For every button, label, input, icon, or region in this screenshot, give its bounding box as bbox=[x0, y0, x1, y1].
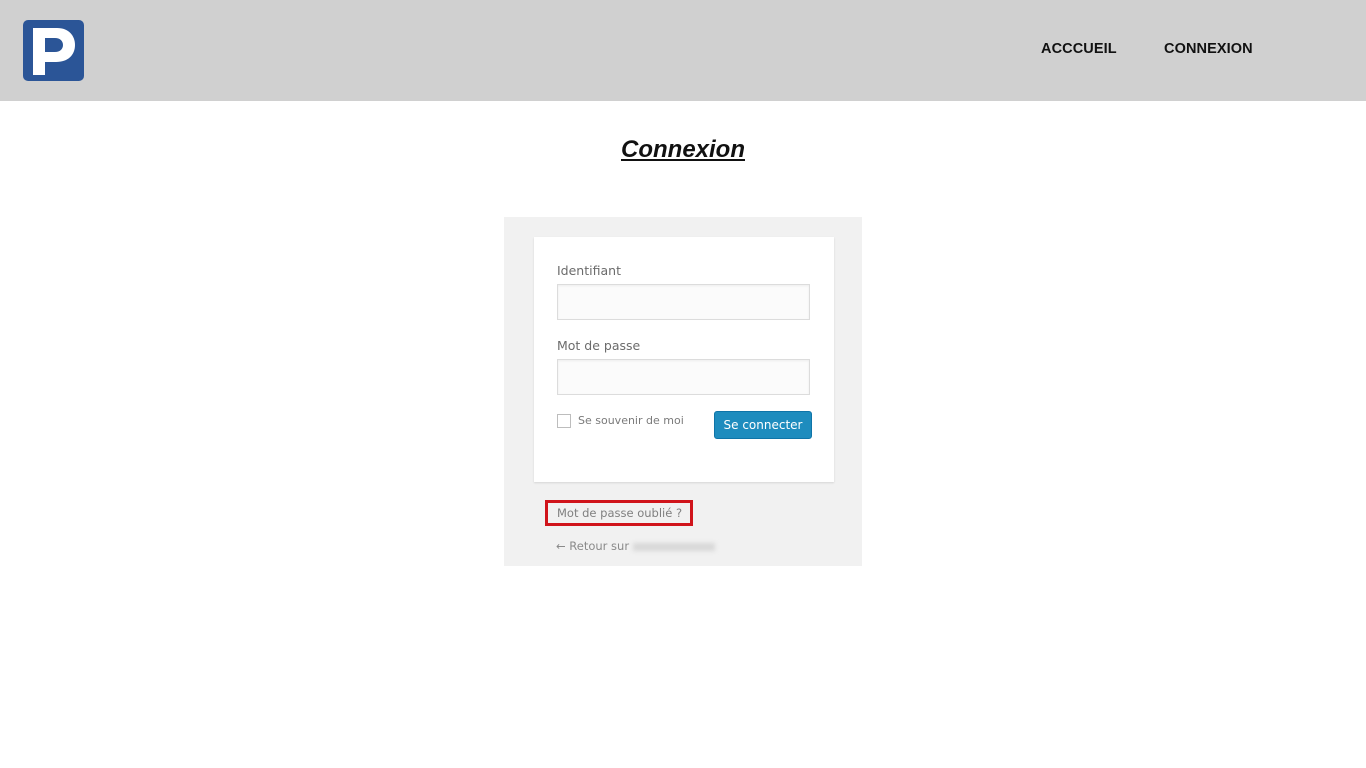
forgot-password-link-highlight: Mot de passe oublié ? bbox=[545, 500, 693, 526]
parking-logo-icon[interactable] bbox=[23, 20, 84, 81]
remember-checkbox bbox=[557, 414, 571, 428]
login-box: Identifiant Mot de passe Se souvenir de … bbox=[534, 237, 834, 482]
back-to-site-link: ← Retour sur bbox=[556, 539, 716, 553]
nav-home-link[interactable]: ACCCUEIL bbox=[1041, 41, 1117, 57]
username-label: Identifiant bbox=[557, 263, 621, 278]
page-title: Connexion bbox=[621, 136, 745, 163]
back-link-label: ← Retour sur bbox=[556, 539, 630, 553]
blurred-site-name bbox=[633, 542, 716, 551]
site-header: ACCCUEIL CONNEXION bbox=[0, 0, 1366, 101]
password-label: Mot de passe bbox=[557, 338, 641, 353]
login-form-screenshot: Identifiant Mot de passe Se souvenir de … bbox=[504, 217, 862, 566]
username-field bbox=[557, 284, 810, 320]
remember-label: Se souvenir de moi bbox=[578, 414, 684, 427]
submit-button: Se connecter bbox=[714, 411, 812, 439]
password-field bbox=[557, 359, 810, 395]
nav-login-link[interactable]: CONNEXION bbox=[1164, 41, 1253, 57]
